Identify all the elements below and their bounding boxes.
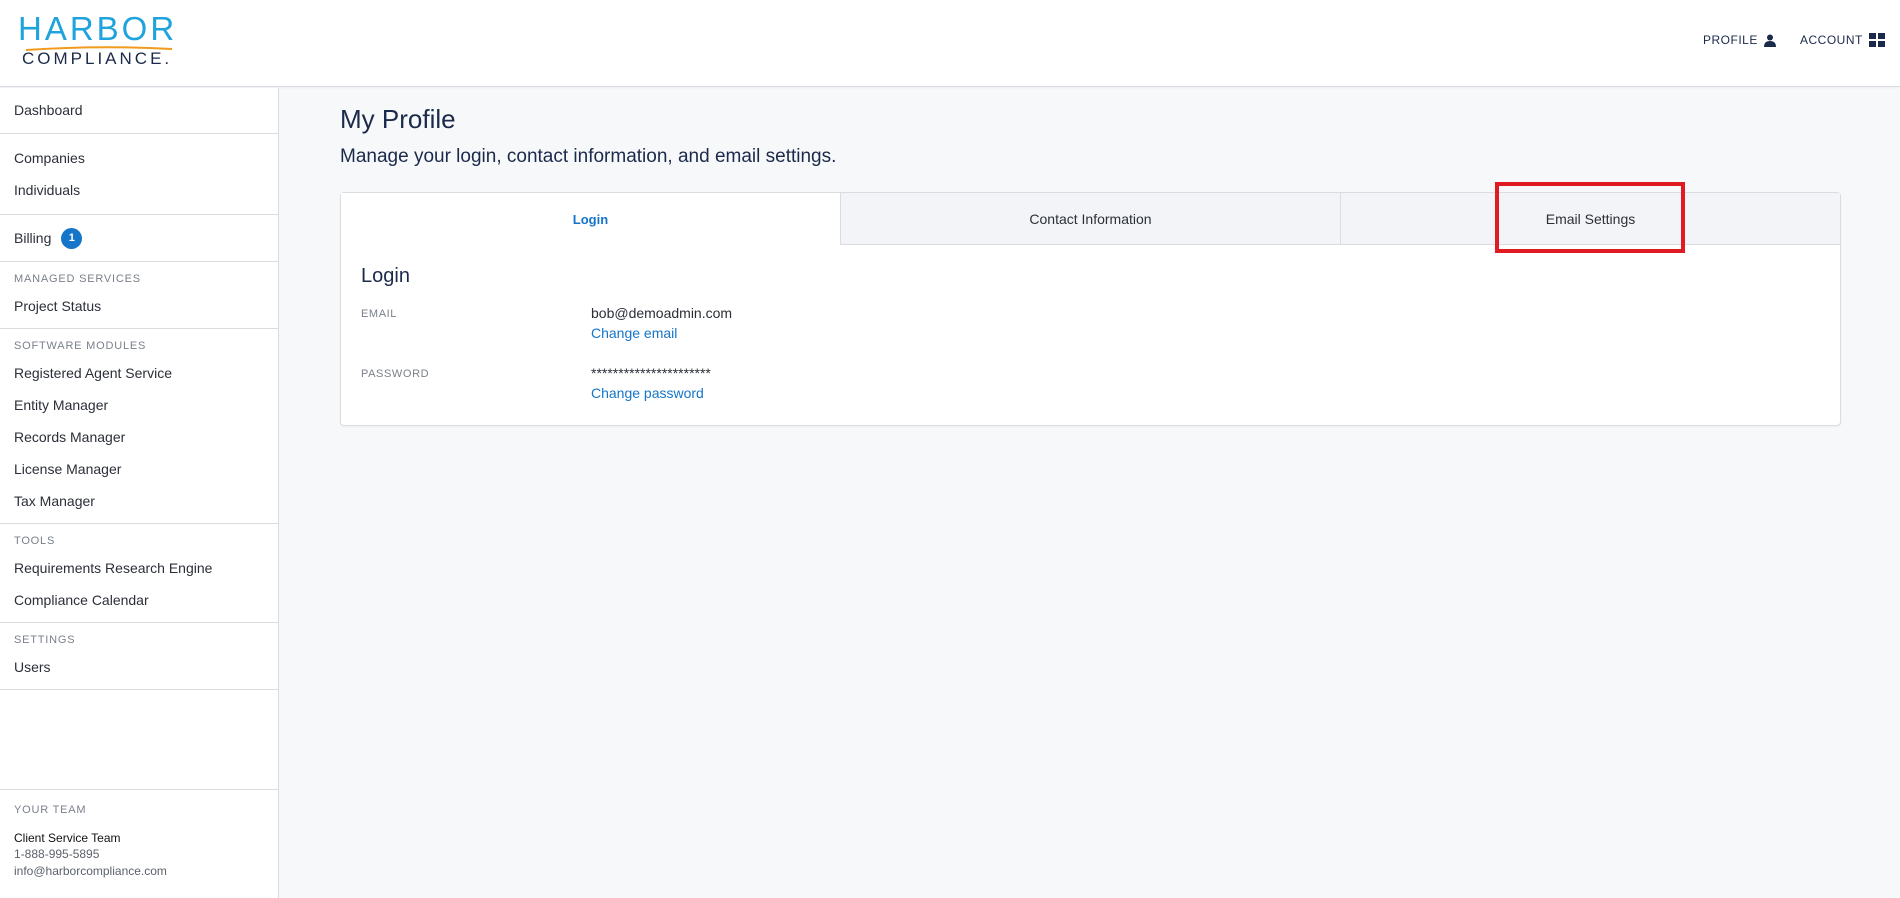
- logo-wordmark-top: HARBOR: [18, 10, 178, 47]
- team-name: Client Service Team: [14, 831, 121, 845]
- email-value: bob@demoadmin.com: [591, 305, 733, 321]
- sidebar-item-project-status[interactable]: Project Status: [0, 290, 278, 322]
- account-menu[interactable]: ACCOUNT: [1800, 33, 1885, 47]
- page-subtitle: Manage your login, contact information, …: [340, 146, 837, 167]
- profile-label: PROFILE: [1703, 33, 1758, 47]
- sidebar-item-billing-label: Billing: [14, 230, 52, 246]
- tab-login[interactable]: Login: [341, 193, 840, 245]
- tab-contact-information[interactable]: Contact Information: [840, 193, 1340, 245]
- logo-swoosh-icon: [25, 46, 173, 51]
- billing-count-badge: 1: [61, 227, 83, 249]
- sidebar-group-tools: TOOLS Requirements Research Engine Compl…: [0, 524, 278, 623]
- your-team-heading: YOUR TEAM: [14, 804, 87, 816]
- sidebar-heading-software-modules: SOFTWARE MODULES: [14, 340, 147, 352]
- change-email-link[interactable]: Change email: [591, 325, 677, 341]
- email-settings-highlight-box: [1495, 182, 1685, 253]
- sidebar-heading-settings: SETTINGS: [14, 634, 76, 646]
- password-label: PASSWORD: [361, 368, 430, 380]
- team-email: info@harborcompliance.com: [14, 864, 167, 878]
- sidebar-group-billing: Billing 1: [0, 215, 278, 262]
- sidebar-item-license-manager[interactable]: License Manager: [0, 453, 278, 485]
- password-value: **********************: [591, 365, 711, 381]
- sidebar-group-entities: Companies Individuals: [0, 134, 278, 215]
- top-bar: HARBOR COMPLIANCE. PROFILE ACCOUNT: [0, 0, 1900, 87]
- harbor-compliance-logo[interactable]: HARBOR COMPLIANCE.: [18, 12, 178, 70]
- your-team-panel: YOUR TEAM Client Service Team 1-888-995-…: [0, 789, 278, 880]
- sidebar-item-dashboard[interactable]: Dashboard: [0, 94, 278, 126]
- sidebar-item-users[interactable]: Users: [0, 651, 278, 683]
- sidebar-group-managed-services: MANAGED SERVICES Project Status: [0, 262, 278, 329]
- sidebar-item-requirements-research-engine[interactable]: Requirements Research Engine: [0, 552, 278, 584]
- page-title: My Profile: [340, 104, 456, 134]
- profile-menu[interactable]: PROFILE: [1703, 33, 1776, 47]
- email-label: EMAIL: [361, 308, 398, 320]
- user-icon: [1763, 34, 1776, 47]
- sidebar-item-individuals[interactable]: Individuals: [0, 174, 278, 206]
- grid-icon: [1868, 33, 1885, 47]
- account-label: ACCOUNT: [1800, 33, 1863, 47]
- sidebar: Dashboard Companies Individuals Billing …: [0, 88, 279, 898]
- sidebar-group-settings: SETTINGS Users: [0, 623, 278, 690]
- sidebar-group-dashboard: Dashboard: [0, 88, 278, 134]
- section-title: Login: [361, 265, 410, 287]
- sidebar-item-compliance-calendar[interactable]: Compliance Calendar: [0, 584, 278, 616]
- sidebar-item-registered-agent-service[interactable]: Registered Agent Service: [0, 357, 278, 389]
- sidebar-heading-managed-services: MANAGED SERVICES: [14, 273, 141, 285]
- sidebar-heading-tools: TOOLS: [14, 535, 56, 547]
- team-phone: 1-888-995-5895: [14, 847, 100, 861]
- sidebar-item-entity-manager[interactable]: Entity Manager: [0, 389, 278, 421]
- sidebar-item-records-manager[interactable]: Records Manager: [0, 421, 278, 453]
- sidebar-item-billing[interactable]: Billing 1: [0, 222, 278, 254]
- change-password-link[interactable]: Change password: [591, 385, 704, 401]
- logo-wordmark-bottom: COMPLIANCE.: [22, 49, 173, 68]
- sidebar-item-companies[interactable]: Companies: [0, 142, 278, 174]
- sidebar-group-software-modules: SOFTWARE MODULES Registered Agent Servic…: [0, 329, 278, 524]
- sidebar-item-tax-manager[interactable]: Tax Manager: [0, 485, 278, 517]
